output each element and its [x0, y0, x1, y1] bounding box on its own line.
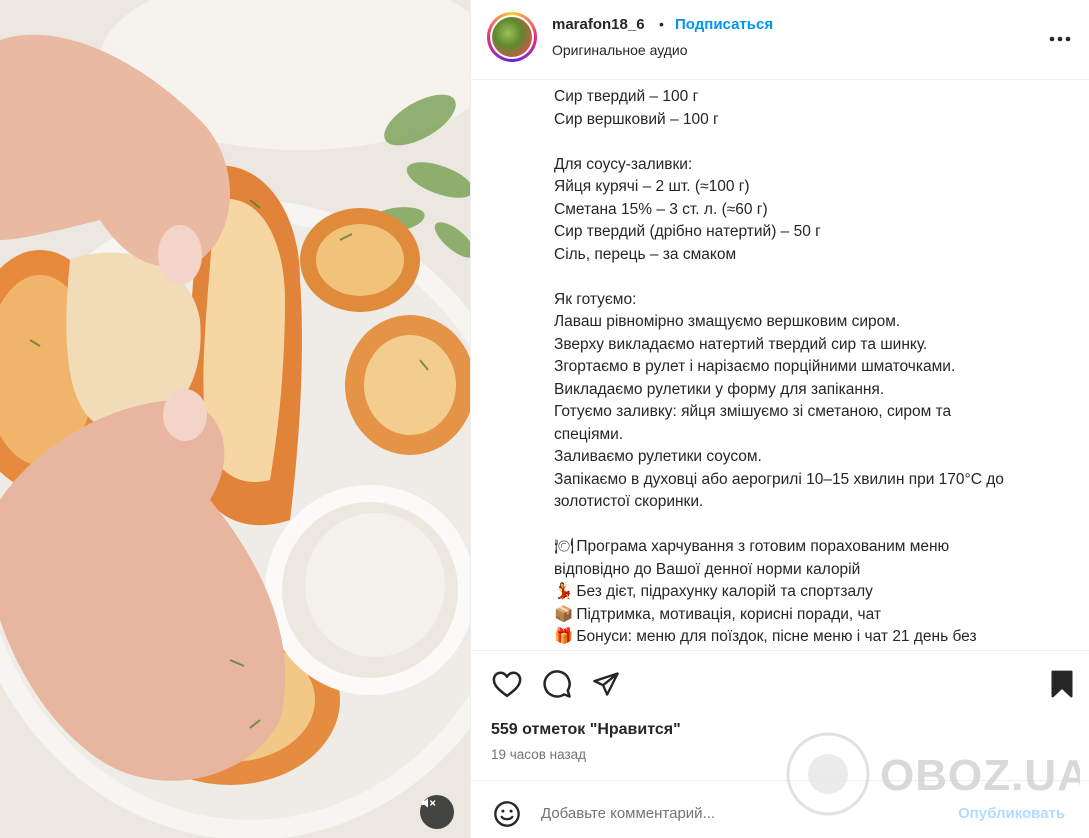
- caption-line: Заливаємо рулетики соусом.: [554, 448, 762, 465]
- caption-line: Запікаємо в духовці або аерогрилі 10–15 …: [554, 470, 1004, 488]
- heart-icon: [492, 671, 522, 698]
- smiley-icon: [494, 801, 520, 827]
- package-icon: 📦: [554, 605, 574, 623]
- promo-line: 💃 Без дієт, підрахунку калорій та спортз…: [554, 581, 1070, 604]
- caption-line: Згортаємо в рулет і нарізаємо порційними…: [554, 358, 956, 375]
- caption-line: Сир вершковий – 100 г: [554, 110, 719, 128]
- caption-line: Сир твердий (дрібно натертий) – 50 г: [554, 223, 821, 240]
- emoji-button[interactable]: [491, 798, 523, 830]
- promo-line: відповідно до Вашої денної норми калорій: [554, 560, 861, 578]
- caption-line: Зверху викладаємо натертий твердий сир т…: [554, 335, 928, 353]
- more-options-button[interactable]: [1049, 25, 1071, 48]
- publish-button[interactable]: Опубликовать: [958, 805, 1065, 822]
- gift-icon: 🎁: [554, 628, 574, 645]
- post-timestamp[interactable]: 19 часов назад: [491, 747, 586, 762]
- bookmark-filled-icon: [1051, 670, 1073, 698]
- share-button[interactable]: [590, 668, 622, 700]
- post-panel: marafon18_6 • Подписаться Оригинальное а…: [470, 0, 1089, 838]
- caption-line: Сир твердий – 100 г: [554, 88, 699, 105]
- mute-button[interactable]: [420, 795, 454, 829]
- caption-line: Викладаємо рулетики у форму для запіканн…: [554, 380, 885, 398]
- comment-bar: Добавьте комментарий... Опубликовать: [471, 780, 1089, 838]
- promo-line: 🎁 Бонуси: меню для поїздок, пісне меню і…: [554, 626, 1070, 649]
- paper-plane-icon: [593, 672, 619, 696]
- food-photo: [0, 0, 470, 838]
- post-header: marafon18_6 • Подписаться Оригинальное а…: [471, 0, 1089, 80]
- post-media[interactable]: [0, 0, 470, 838]
- caption-line: Яйця курячі – 2 шт. (≈100 г): [554, 178, 750, 195]
- caption-line: Лаваш рівномірно змащуємо вершковим сиро…: [554, 313, 901, 330]
- promo-line: 📦 Підтримка, мотивація, корисні поради, …: [554, 604, 1070, 627]
- caption-line: Готуємо заливку: яйця змішуємо зі сметан…: [554, 403, 952, 420]
- caption-line: Сметана 15% – 3 ст. л. (≈60 г): [554, 200, 768, 218]
- caption-line: Сіль, перець – за смаком: [554, 245, 737, 263]
- like-button[interactable]: [491, 668, 523, 700]
- promo-line: 🍽 Програма харчування з готовим порахова…: [554, 536, 1070, 559]
- muted-speaker-icon: [422, 798, 436, 808]
- post-caption: Сир твердий – 100 г Сир вершковий – 100 …: [471, 81, 1089, 650]
- dancer-icon: 💃: [554, 583, 574, 600]
- audio-link[interactable]: Оригинальное аудио: [552, 42, 688, 58]
- comment-button[interactable]: [541, 668, 573, 700]
- caption-line: Як готуємо:: [554, 290, 637, 308]
- post-actions: 559 отметок "Нравится" 19 часов назад: [471, 650, 1089, 780]
- avatar-image: [492, 17, 532, 57]
- comment-input[interactable]: Добавьте комментарий...: [541, 805, 715, 822]
- avatar[interactable]: [487, 12, 537, 62]
- likes-count[interactable]: 559 отметок "Нравится": [491, 721, 681, 739]
- comment-bubble-icon: [543, 670, 571, 698]
- caption-line: спеціями.: [554, 425, 624, 443]
- save-button[interactable]: [1046, 668, 1078, 700]
- plate-icon: 🍽: [554, 538, 574, 555]
- separator-dot: •: [659, 16, 664, 32]
- caption-line: золотистої скоринки.: [554, 493, 704, 510]
- follow-button[interactable]: Подписаться: [675, 16, 773, 33]
- caption-line: Для соусу-заливки:: [554, 155, 693, 173]
- more-horizontal-icon: [1049, 36, 1071, 42]
- username-link[interactable]: marafon18_6: [552, 16, 645, 33]
